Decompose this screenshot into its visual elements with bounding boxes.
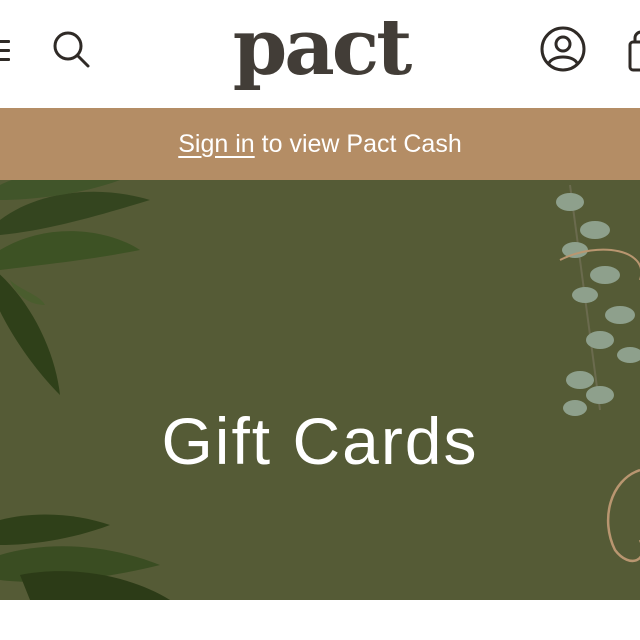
hero-title: Gift Cards (161, 404, 479, 479)
search-icon[interactable] (48, 27, 94, 73)
site-header: pact (0, 0, 640, 108)
user-account-icon[interactable] (538, 24, 588, 74)
botanical-decoration-image (0, 180, 640, 600)
promo-text: to view Pact Cash (254, 130, 462, 158)
hamburger-menu-icon[interactable] (0, 36, 12, 66)
page-content-area (0, 600, 640, 640)
sign-in-promo-bar: Sign in to view Pact Cash (0, 108, 640, 180)
sign-in-link[interactable]: Sign in (178, 130, 254, 158)
gift-cards-hero-banner: Gift Cards (0, 180, 640, 600)
shopping-bag-icon[interactable] (624, 30, 640, 74)
brand-logo[interactable]: pact (226, 0, 416, 98)
